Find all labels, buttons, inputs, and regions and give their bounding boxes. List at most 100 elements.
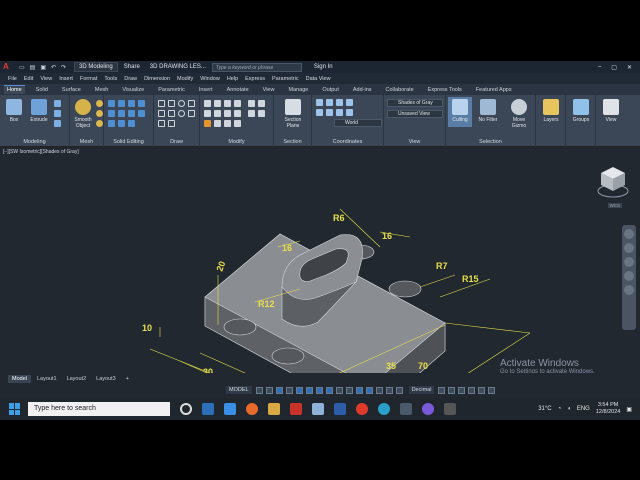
ucs-x-icon[interactable]	[316, 109, 323, 116]
move-gizmo-button[interactable]: Move Gizmo	[506, 99, 532, 129]
slice-icon[interactable]	[138, 100, 145, 107]
ucs-world-icon[interactable]	[326, 99, 333, 106]
menu-window[interactable]: Window	[200, 76, 220, 82]
erase-icon[interactable]	[204, 120, 211, 127]
mesh-group-label[interactable]: Mesh	[70, 139, 103, 145]
menu-tools[interactable]: Tools	[104, 76, 117, 82]
polyline-icon[interactable]	[168, 100, 175, 107]
explode-icon[interactable]	[234, 120, 241, 127]
mirror-icon[interactable]	[204, 110, 211, 117]
named-view-dropdown[interactable]: Unsaved View	[387, 110, 443, 118]
windows-start-icon[interactable]	[9, 403, 21, 415]
3d-osnap-icon[interactable]	[365, 386, 373, 394]
clock[interactable]: 3:54 PM 12/8/2024	[596, 402, 620, 416]
subtract-icon[interactable]	[118, 100, 125, 107]
new-icon[interactable]: ▭	[19, 64, 25, 71]
app-logo[interactable]: A	[3, 62, 13, 72]
smooth-object-button[interactable]: Smooth Object	[71, 99, 95, 129]
menu-edit[interactable]: Edit	[24, 76, 33, 82]
pan-icon[interactable]	[624, 243, 634, 253]
menu-format[interactable]: Format	[80, 76, 97, 82]
orbit-icon[interactable]	[624, 271, 634, 281]
3d-rotate-icon[interactable]	[258, 100, 265, 107]
redo-icon[interactable]: ↷	[61, 64, 66, 71]
line-icon[interactable]	[158, 100, 165, 107]
circle-icon[interactable]	[178, 100, 185, 107]
ucs-z-icon[interactable]	[336, 109, 343, 116]
tab-add-ins[interactable]: Add-ins	[350, 86, 375, 94]
modify-group-label[interactable]: Modify	[200, 139, 273, 145]
file-explorer-icon[interactable]	[268, 403, 280, 415]
tab-view[interactable]: View	[260, 86, 278, 94]
stretch-icon[interactable]	[224, 110, 231, 117]
shell-icon[interactable]	[138, 110, 145, 117]
units-icon[interactable]	[395, 386, 403, 394]
snap-toggle-icon[interactable]	[265, 386, 273, 394]
extract-edges-icon[interactable]	[128, 110, 135, 117]
app2-icon[interactable]	[334, 403, 346, 415]
osnap-tracking-icon[interactable]	[315, 386, 323, 394]
ucs-view-icon[interactable]	[346, 109, 353, 116]
clean-screen-icon[interactable]	[478, 386, 486, 394]
coordinates-group-label[interactable]: Coordinates	[312, 139, 383, 145]
menu-draw[interactable]: Draw	[124, 76, 137, 82]
tab-home[interactable]: Home	[4, 85, 25, 94]
app4-icon[interactable]	[444, 403, 456, 415]
opera-icon[interactable]	[356, 403, 368, 415]
culling-button[interactable]: Culling	[448, 97, 472, 127]
dynamic-input-icon[interactable]	[275, 386, 283, 394]
menu-data-view[interactable]: Data View	[306, 76, 331, 82]
autocad-icon[interactable]	[290, 403, 302, 415]
sweep-icon[interactable]	[54, 120, 61, 127]
annotation-scale-icon[interactable]	[375, 386, 383, 394]
layers-button[interactable]: Layers	[539, 99, 563, 123]
rectangle-icon[interactable]	[168, 110, 175, 117]
no-filter-button[interactable]: No Filter	[474, 99, 502, 123]
tab-visualize[interactable]: Visualize	[119, 86, 147, 94]
draw-group-label[interactable]: Draw	[154, 139, 199, 145]
tab-output[interactable]: Output	[319, 86, 342, 94]
network-icon[interactable]: ◔	[558, 406, 562, 412]
menu-dimension[interactable]: Dimension	[144, 76, 170, 82]
tab-featured-apps[interactable]: Featured Apps	[473, 86, 515, 94]
showmotion-icon[interactable]	[624, 285, 634, 295]
app-icon[interactable]	[312, 403, 324, 415]
ucs-icon[interactable]	[316, 99, 323, 106]
move-icon[interactable]	[204, 100, 211, 107]
section-plane-button[interactable]: Section Plane	[280, 99, 306, 129]
menu-help[interactable]: Help	[227, 76, 238, 82]
spline-icon[interactable]	[158, 110, 165, 117]
arc-icon[interactable]	[188, 100, 195, 107]
ucs-3point-icon[interactable]	[346, 99, 353, 106]
scale-icon[interactable]	[234, 110, 241, 117]
steering-wheel-icon[interactable]	[624, 229, 634, 239]
interfere-icon[interactable]	[108, 110, 115, 117]
mail-icon[interactable]	[224, 403, 236, 415]
close-icon[interactable]: ✕	[627, 64, 632, 71]
section-group-label[interactable]: Section	[274, 139, 311, 145]
tab-annotate[interactable]: Annotate	[224, 86, 252, 94]
view-group-label[interactable]: View	[384, 139, 445, 145]
tab-parametric[interactable]: Parametric	[155, 86, 188, 94]
groups-button[interactable]: Groups	[569, 99, 593, 123]
customization-icon[interactable]	[488, 386, 496, 394]
layout-tab-layout1[interactable]: Layout1	[33, 375, 61, 383]
tab-solid[interactable]: Solid	[33, 86, 51, 94]
box-button[interactable]: Box	[3, 99, 25, 123]
3d-mirror-icon[interactable]	[258, 110, 265, 117]
isodraft-toggle-icon[interactable]	[305, 386, 313, 394]
lineweight-toggle-icon[interactable]	[335, 386, 343, 394]
trim-icon[interactable]	[224, 100, 231, 107]
viewcube[interactable]	[596, 161, 630, 201]
rotate-icon[interactable]	[214, 100, 221, 107]
mesh-sphere-icon[interactable]	[96, 100, 103, 107]
3d-move-icon[interactable]	[248, 100, 255, 107]
array-icon[interactable]	[214, 120, 221, 127]
menu-insert[interactable]: Insert	[59, 76, 73, 82]
solid-editing-group-label[interactable]: Solid Editing	[104, 139, 153, 145]
copy-icon[interactable]	[234, 100, 241, 107]
zoom-extents-icon[interactable]	[624, 257, 634, 267]
polar-toggle-icon[interactable]	[295, 386, 303, 394]
boundary-icon[interactable]	[168, 120, 175, 127]
ucs-dropdown[interactable]: World	[334, 119, 382, 127]
